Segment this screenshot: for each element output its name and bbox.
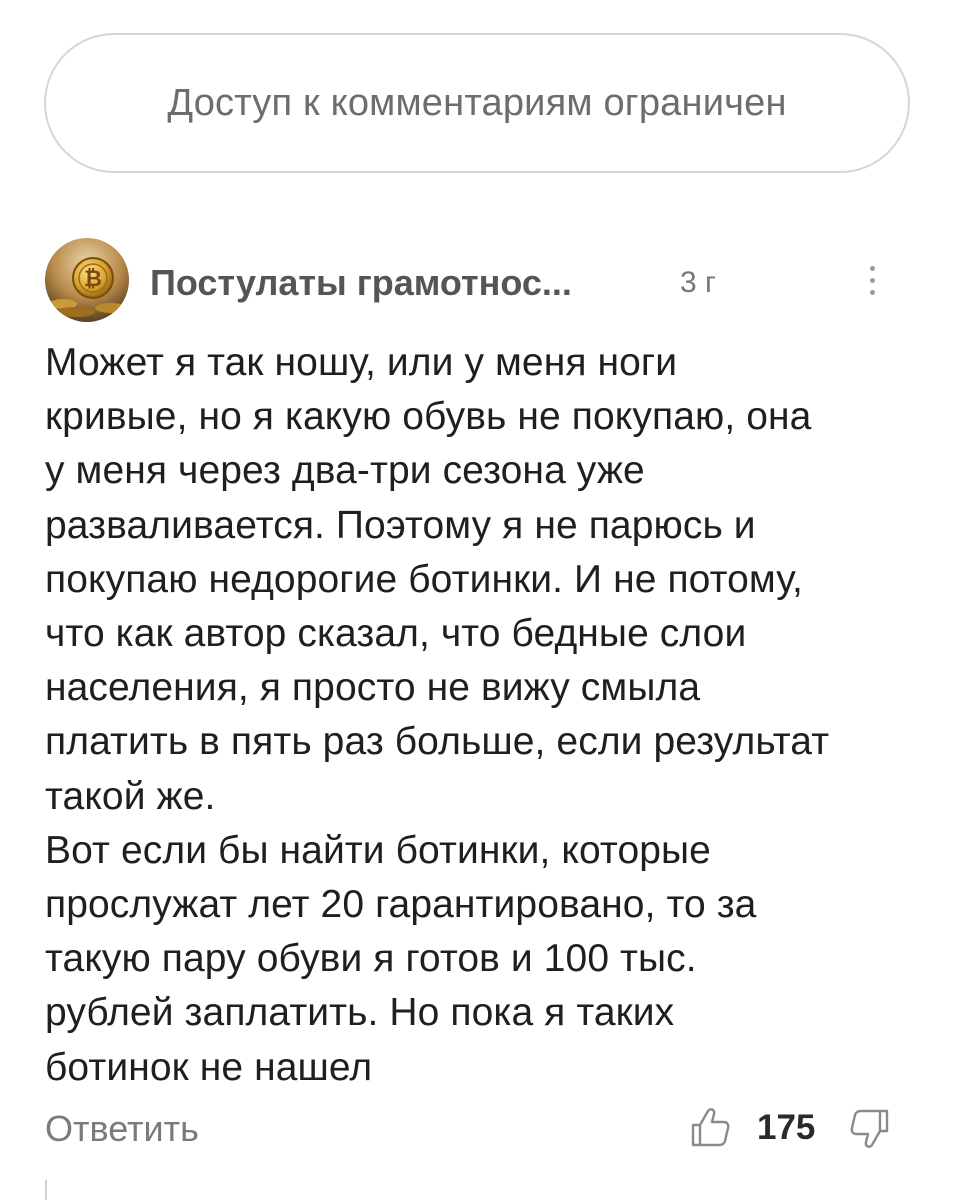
thumbs-up-icon bbox=[691, 1108, 730, 1147]
like-count: 175 bbox=[757, 1108, 816, 1147]
comment-text: Может я так ношу, или у меня ноги кривые… bbox=[45, 341, 830, 1089]
more-dot-icon bbox=[869, 289, 875, 295]
dislike-button[interactable] bbox=[848, 1106, 892, 1152]
reply-button[interactable]: Ответить bbox=[45, 1108, 199, 1150]
more-dot-icon bbox=[869, 277, 875, 283]
thumbs-down-icon bbox=[850, 1109, 889, 1148]
more-dot-icon bbox=[869, 265, 875, 271]
comments-restricted-banner: Доступ к комментариям ограничен bbox=[44, 33, 910, 173]
comments-restricted-text: Доступ к комментариям ограничен bbox=[167, 81, 787, 124]
author-name[interactable]: Постулаты грамотнос... bbox=[150, 262, 572, 304]
svg-text:₿: ₿ bbox=[84, 267, 102, 292]
comment-age: 3 г bbox=[680, 266, 716, 299]
author-avatar[interactable]: ₿ bbox=[45, 238, 129, 322]
thread-divider bbox=[45, 1180, 47, 1200]
like-button[interactable] bbox=[688, 1104, 732, 1150]
more-options-button[interactable] bbox=[858, 258, 886, 302]
